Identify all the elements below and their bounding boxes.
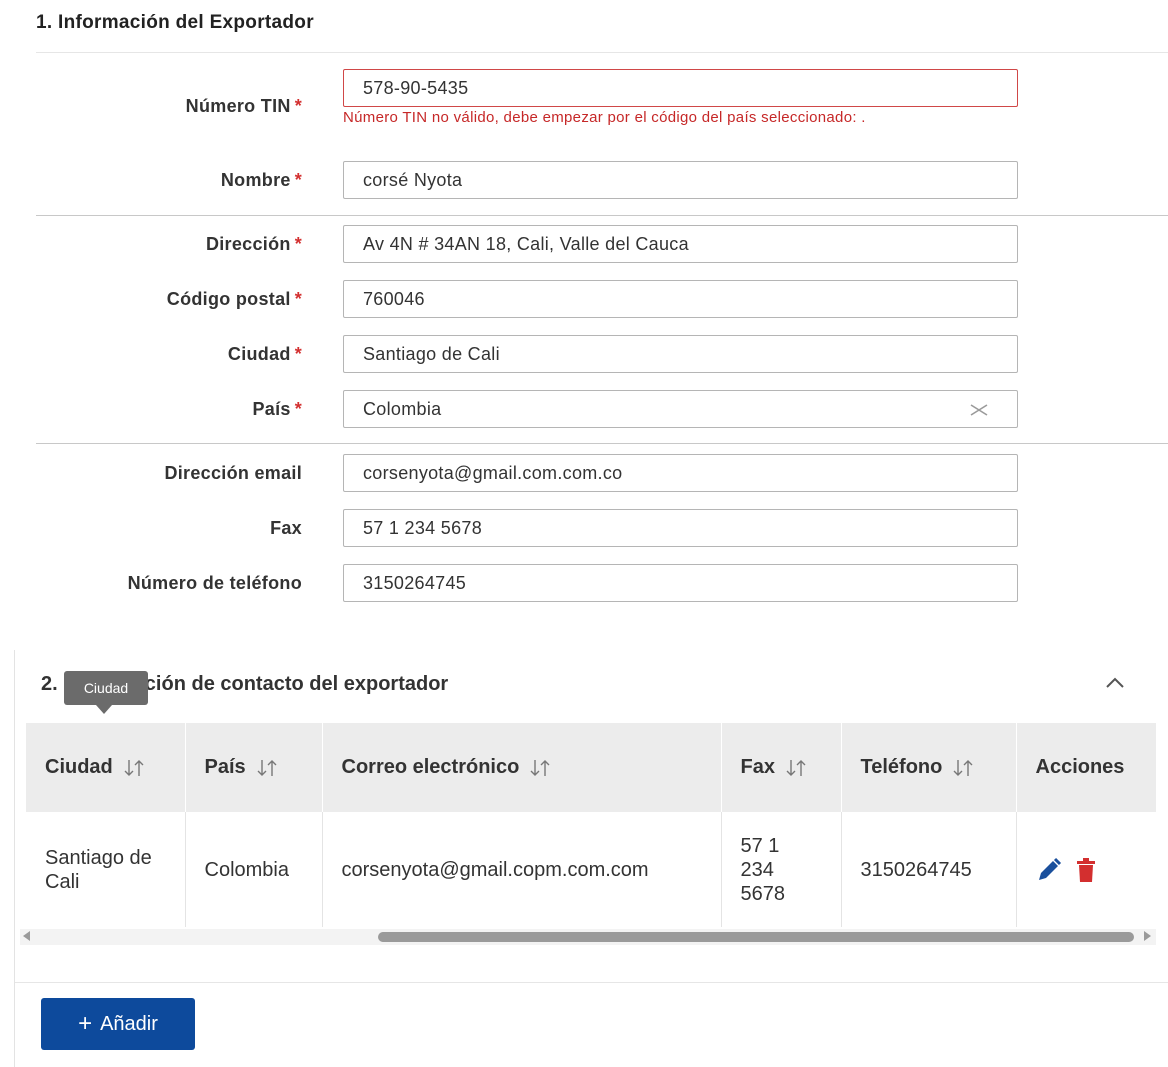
column-header-telefono[interactable]: Teléfono: [841, 723, 1017, 812]
contacts-table: Ciudad País Correo electrónico Fax Teléf…: [26, 723, 1157, 927]
scroll-right-arrow-icon[interactable]: [1144, 931, 1151, 941]
edit-icon[interactable]: [1036, 857, 1062, 883]
delete-icon[interactable]: [1075, 857, 1097, 883]
column-header-pais[interactable]: País: [185, 723, 323, 812]
email-label: Dirección email: [164, 463, 302, 483]
tin-input[interactable]: 578-90-5435: [343, 69, 1018, 107]
nombre-label: Nombre *: [220, 170, 302, 190]
plus-icon: +: [78, 1010, 93, 1037]
codigo-postal-input[interactable]: 760046: [343, 280, 1018, 318]
cell-pais: Colombia: [185, 812, 323, 927]
pais-value: Colombia: [363, 399, 442, 419]
column-header-fax[interactable]: Fax: [721, 723, 842, 812]
telefono-label: Número de teléfono: [127, 573, 302, 593]
fax-input[interactable]: 57 1 234 5678: [343, 509, 1018, 547]
email-input[interactable]: corsenyota@gmail.com.com.co: [343, 454, 1018, 492]
ciudad-input[interactable]: Santiago de Cali: [343, 335, 1018, 373]
chevron-up-icon[interactable]: [1104, 676, 1126, 690]
fax-label: Fax: [270, 518, 302, 538]
column-header-acciones: Acciones: [1016, 723, 1157, 812]
add-button[interactable]: + Añadir: [41, 998, 195, 1050]
telefono-input[interactable]: 3150264745: [343, 564, 1018, 602]
direccion-label: Dirección *: [205, 234, 302, 254]
scrollbar-thumb[interactable]: [378, 932, 1134, 942]
tooltip-arrow: [96, 705, 112, 714]
close-icon[interactable]: [969, 400, 989, 420]
table-header-row: Ciudad País Correo electrónico Fax Teléf…: [26, 723, 1157, 812]
scroll-left-arrow-icon[interactable]: [23, 931, 30, 941]
codigo-postal-label: Código postal *: [166, 289, 302, 309]
tooltip: Ciudad: [64, 671, 148, 705]
cell-email: corsenyota@gmail.copm.com.com: [322, 812, 722, 927]
nombre-input[interactable]: corsé Nyota: [343, 161, 1018, 199]
sort-icon[interactable]: [123, 757, 145, 779]
table-row: Santiago de Cali Colombia corsenyota@gma…: [26, 812, 1156, 927]
tin-label: Número TIN *: [185, 96, 302, 116]
pais-label: País *: [252, 399, 302, 419]
section-1-title: 1. Información del Exportador: [36, 12, 314, 33]
cell-acciones: [1016, 812, 1156, 927]
cell-telefono: 3150264745: [841, 812, 1017, 927]
divider: [36, 52, 1168, 53]
section-2-border: [14, 650, 15, 1067]
sort-icon[interactable]: [529, 757, 551, 779]
cell-ciudad: Santiago de Cali: [26, 812, 186, 927]
pais-select[interactable]: Colombia: [343, 390, 1018, 428]
column-header-correo[interactable]: Correo electrónico: [322, 723, 722, 812]
divider: [36, 443, 1168, 444]
direccion-input[interactable]: Av 4N # 34AN 18, Cali, Valle del Cauca: [343, 225, 1018, 263]
sort-icon[interactable]: [256, 757, 278, 779]
sort-icon[interactable]: [785, 757, 807, 779]
column-header-ciudad[interactable]: Ciudad: [26, 723, 186, 812]
ciudad-label: Ciudad *: [227, 344, 302, 364]
divider: [36, 215, 1168, 216]
cell-fax: 57 1 234 5678: [721, 812, 842, 927]
divider: [15, 982, 1168, 983]
sort-icon[interactable]: [952, 757, 974, 779]
tin-error-message: Número TIN no válido, debe empezar por e…: [343, 109, 866, 126]
